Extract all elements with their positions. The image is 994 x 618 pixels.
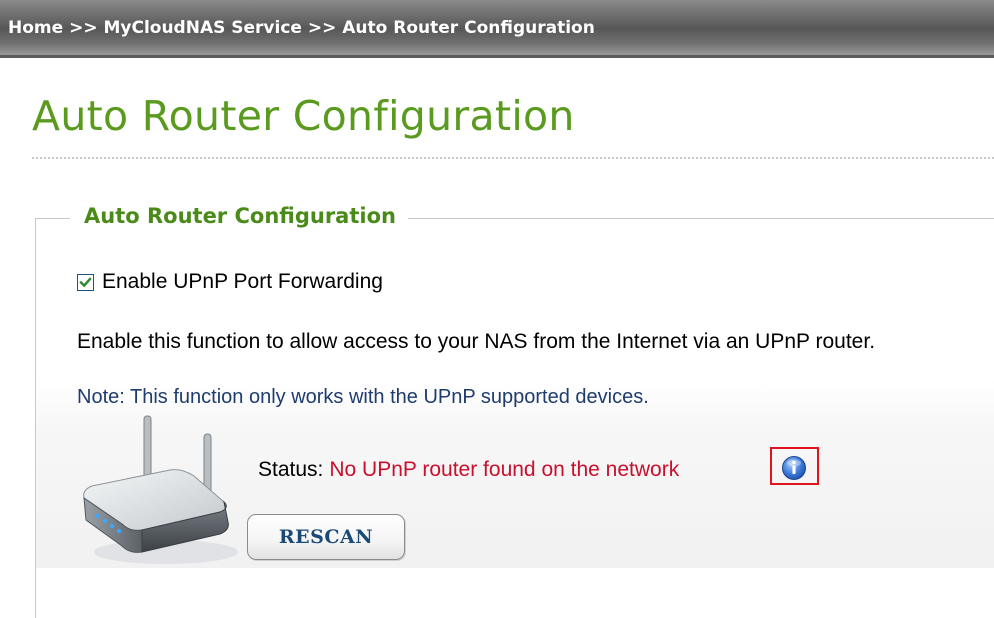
rescan-button[interactable]: RESCAN [247, 514, 405, 560]
breadcrumb: Home >> MyCloudNAS Service >> Auto Route… [8, 18, 595, 38]
title-divider [32, 157, 994, 159]
router-icon [78, 412, 238, 567]
page-title: Auto Router Configuration [32, 92, 575, 140]
status-row: Status: No UPnP router found on the netw… [258, 458, 679, 482]
info-icon[interactable] [781, 455, 807, 481]
status-value: No UPnP router found on the network [329, 458, 680, 481]
upnp-checkbox[interactable] [77, 273, 94, 291]
upnp-description: Enable this function to allow access to … [77, 330, 876, 353]
upnp-note: Note: This function only works with the … [77, 386, 649, 408]
breadcrumb-bar: Home >> MyCloudNAS Service >> Auto Route… [0, 0, 994, 58]
upnp-checkbox-label[interactable]: Enable UPnP Port Forwarding [102, 270, 383, 294]
status-label: Status: [258, 458, 324, 481]
checkmark-icon [79, 276, 92, 287]
section-legend: Auto Router Configuration [70, 204, 408, 228]
upnp-checkbox-row[interactable]: Enable UPnP Port Forwarding [77, 270, 383, 294]
